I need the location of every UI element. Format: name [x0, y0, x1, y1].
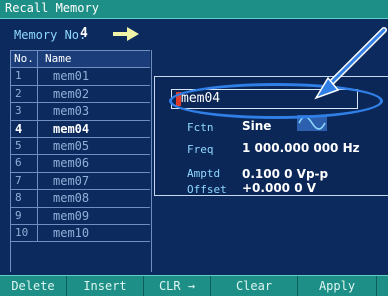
clear-button[interactable]: Clear: [211, 276, 298, 296]
insert-button[interactable]: Insert: [67, 276, 144, 296]
softkey-bar: Delete Insert CLR → Clear Apply: [0, 275, 388, 296]
apply-button[interactable]: Apply: [298, 276, 377, 296]
softkey-6[interactable]: [377, 276, 388, 296]
annotation-arrow: [314, 27, 387, 100]
delete-button[interactable]: Delete: [0, 276, 67, 296]
clr-arrow-button[interactable]: CLR →: [144, 276, 211, 296]
recall-memory-screen: Recall Memory Memory No. 4 No. Name 1 mem…: [0, 0, 388, 296]
